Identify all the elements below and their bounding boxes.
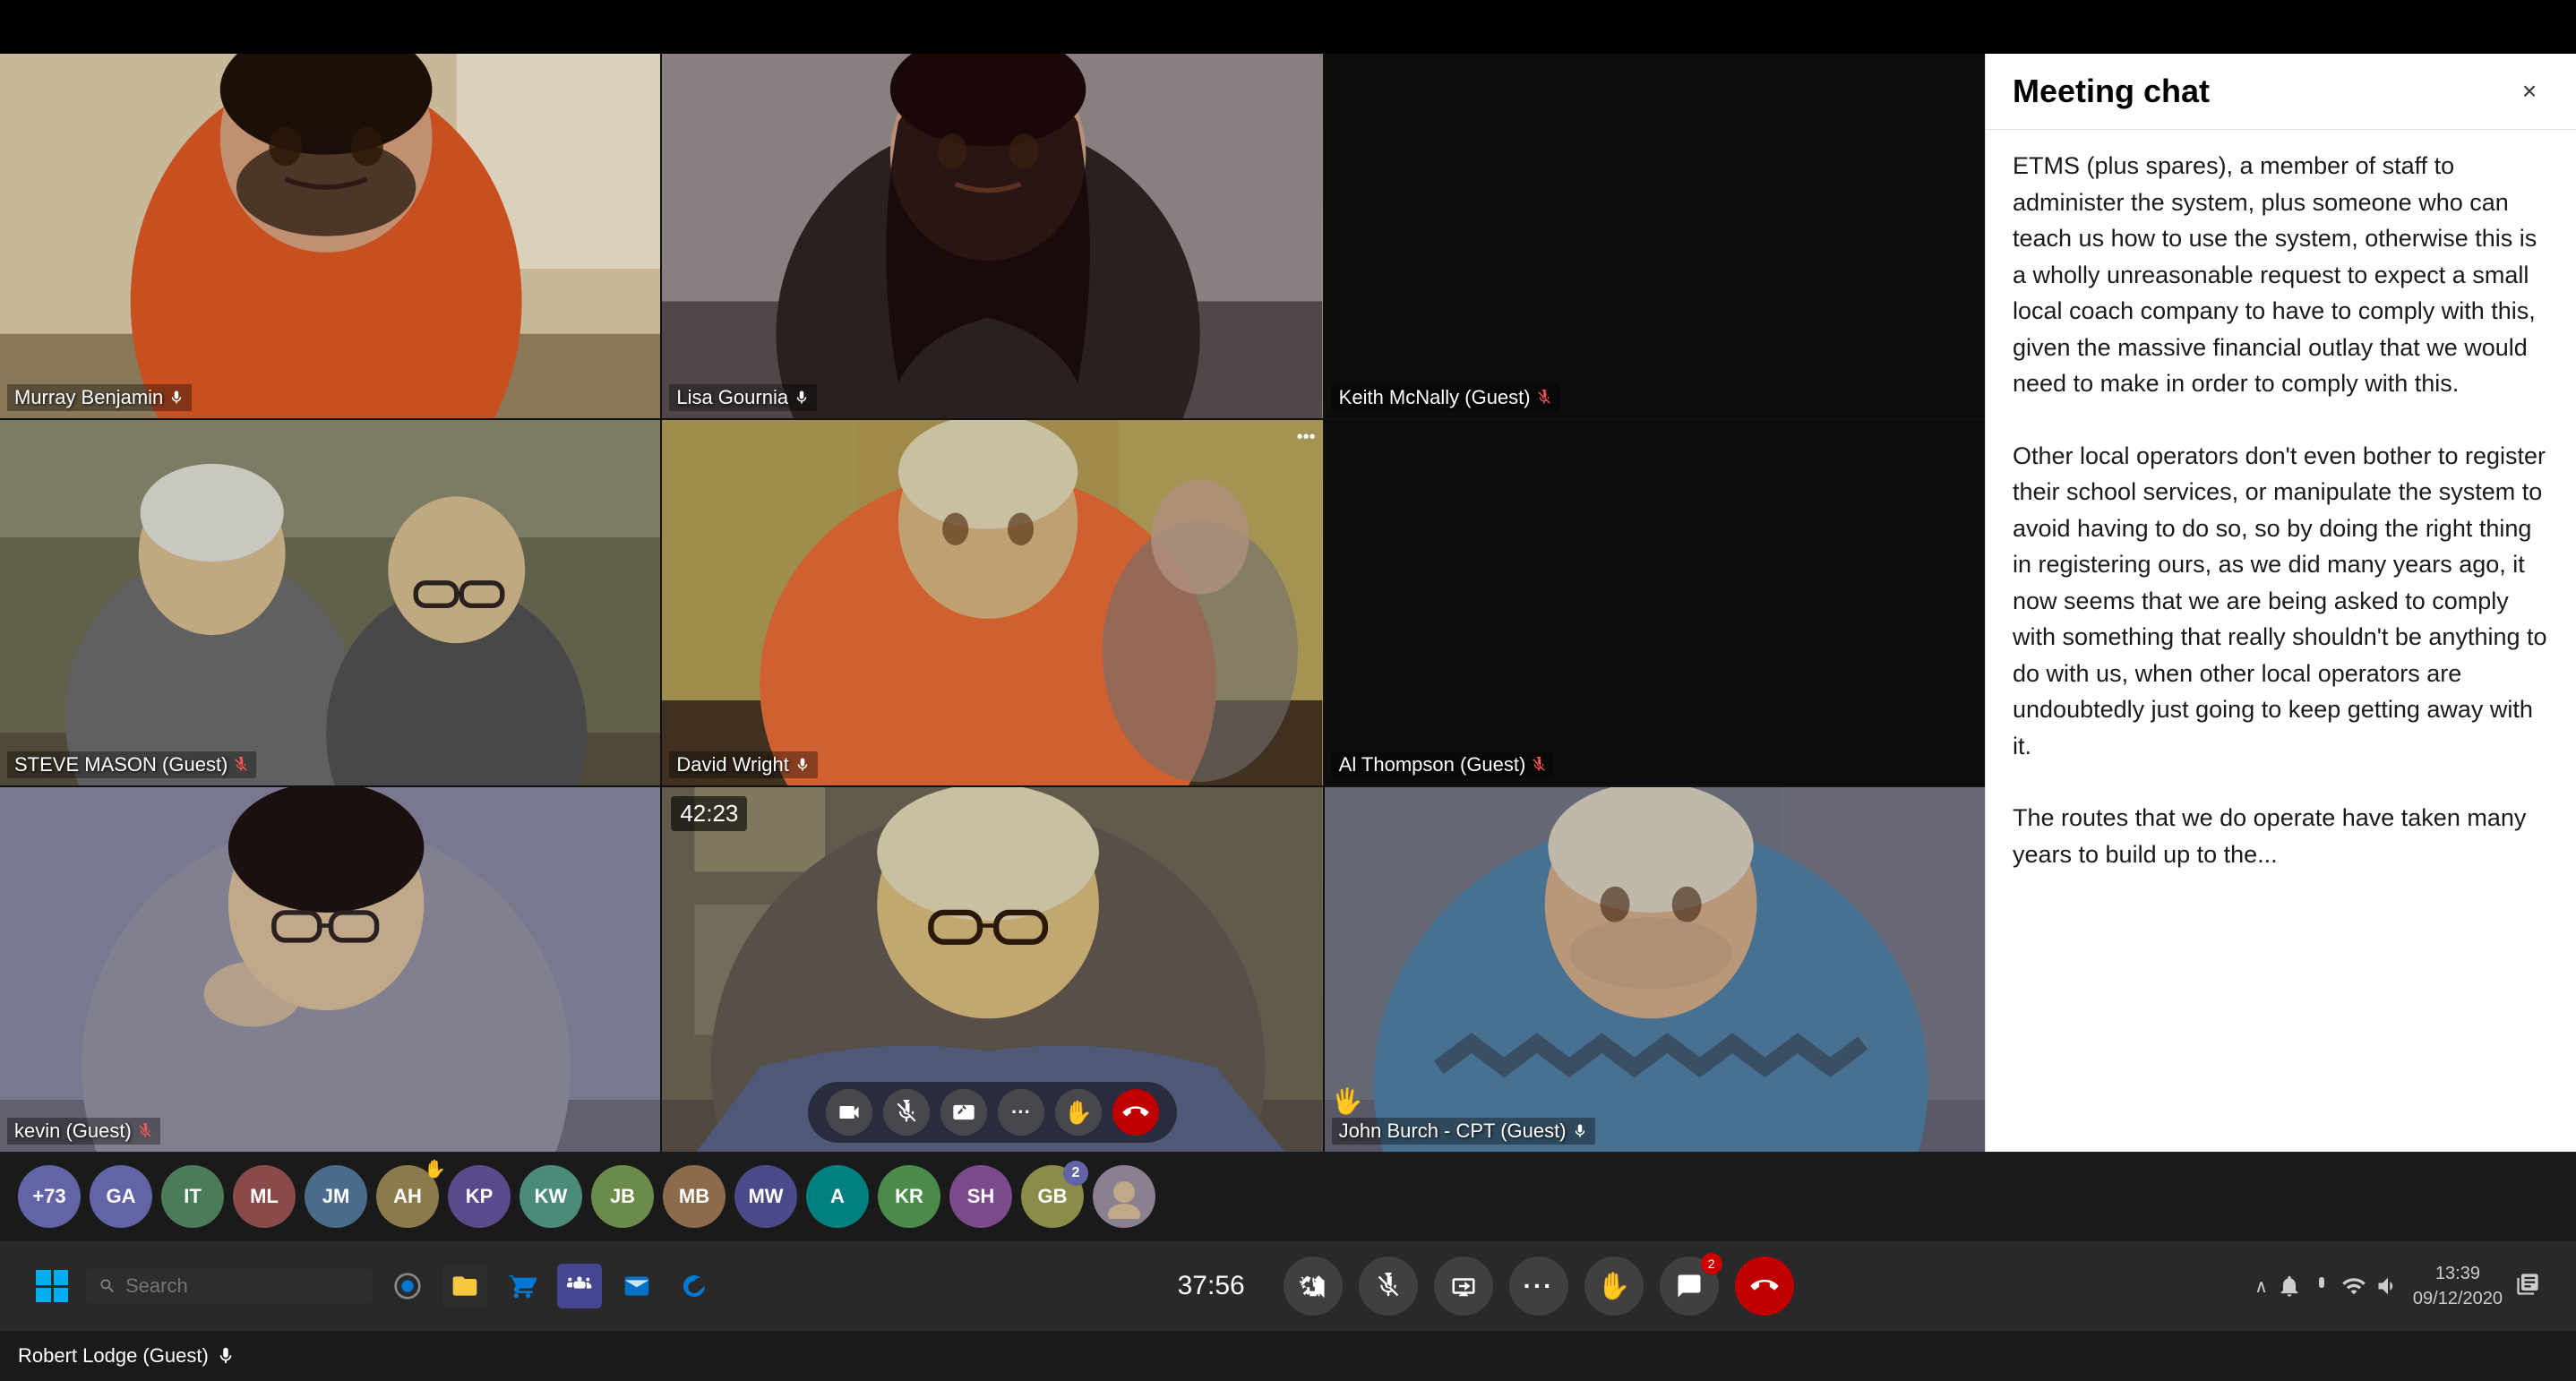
clock-display: 13:39 09/12/2020 — [2413, 1261, 2503, 1311]
name-john: John Burch - CPT (Guest) — [1332, 1118, 1595, 1145]
video-grid: Murray Benjamin Li — [0, 54, 1985, 1152]
meeting-timer: 37:56 — [1178, 1271, 1267, 1301]
options-dots-david[interactable]: ••• — [1297, 427, 1316, 448]
local-user-bar: Robert Lodge (Guest) — [0, 1331, 2576, 1381]
end-call-btn[interactable] — [1735, 1257, 1794, 1316]
more-options-btn[interactable]: ··· — [1509, 1257, 1568, 1316]
raise-hand-btn[interactable]: ✋ — [1584, 1257, 1644, 1316]
participant-kw[interactable]: KW — [519, 1165, 582, 1228]
name-lisa: Lisa Gournia — [669, 384, 817, 411]
video-cell-center[interactable]: 42:23 ··· — [662, 787, 1322, 1152]
chat-panel: Meeting chat × ETMS (plus spares), a mem… — [1985, 54, 2576, 1152]
outlook-taskbar-button[interactable] — [614, 1264, 659, 1308]
taskbar-right: ∧ 13:39 09/12/2020 — [2254, 1261, 2540, 1311]
video-cell-steve[interactable]: STEVE MASON (Guest) — [0, 420, 660, 785]
store-button[interactable] — [500, 1264, 545, 1308]
close-chat-button[interactable]: × — [2510, 72, 2549, 111]
volume-icon — [2375, 1274, 2400, 1299]
bottom-section: +73 GA IT ML JM AH ✋ KP KW — [0, 1152, 2576, 1381]
file-explorer-button[interactable] — [442, 1264, 487, 1308]
in-cell-more-btn[interactable]: ··· — [998, 1089, 1044, 1136]
participant-ga[interactable]: GA — [90, 1165, 152, 1228]
participant-a[interactable]: A — [806, 1165, 869, 1228]
video-cell-kevin[interactable]: kevin (Guest) — [0, 787, 660, 1152]
video-cell-keith[interactable]: Keith McNally (Guest) — [1325, 54, 1985, 418]
participant-photo-last[interactable] — [1093, 1165, 1155, 1228]
in-cell-mic-btn[interactable] — [883, 1089, 930, 1136]
search-icon — [99, 1277, 116, 1295]
participant-it[interactable]: IT — [161, 1165, 224, 1228]
participant-jm[interactable]: JM — [305, 1165, 367, 1228]
camera-btn[interactable] — [1284, 1257, 1343, 1316]
search-input[interactable] — [125, 1274, 322, 1298]
teams-taskbar-button[interactable] — [557, 1264, 602, 1308]
video-cell-murray[interactable]: Murray Benjamin — [0, 54, 660, 418]
cortana-button[interactable] — [385, 1264, 430, 1308]
control-taskbar-bar: 37:56 ··· ✋ 2 — [0, 1241, 2576, 1331]
participant-ml[interactable]: ML — [233, 1165, 296, 1228]
video-cell-lisa[interactable]: Lisa Gournia — [662, 54, 1322, 418]
participant-ah[interactable]: AH ✋ — [376, 1165, 439, 1228]
overflow-avatar[interactable]: +73 — [18, 1165, 81, 1228]
mic-status-icon — [2311, 1275, 2332, 1297]
participant-mb[interactable]: MB — [663, 1165, 726, 1228]
taskbar-search-bar[interactable] — [86, 1269, 373, 1303]
notification-center-btn[interactable] — [2515, 1272, 2540, 1301]
notification-icon — [2277, 1274, 2302, 1299]
participant-mw[interactable]: MW — [734, 1165, 797, 1228]
raise-hand-john: 🖐️ — [1332, 1086, 1363, 1116]
name-al: Al Thompson (Guest) — [1332, 751, 1555, 778]
participant-jb[interactable]: JB — [591, 1165, 654, 1228]
participant-kr[interactable]: KR — [878, 1165, 940, 1228]
video-cell-john[interactable]: 🖐️ John Burch - CPT (Guest) — [1325, 787, 1985, 1152]
local-user-name: Robert Lodge (Guest) — [18, 1344, 209, 1368]
chat-header: Meeting chat × — [1986, 54, 2576, 130]
share-screen-btn[interactable] — [1434, 1257, 1493, 1316]
in-cell-end-btn[interactable] — [1112, 1089, 1159, 1136]
windows-start-button[interactable] — [36, 1270, 68, 1302]
in-cell-hand-btn[interactable]: ✋ — [1055, 1089, 1102, 1136]
chat-btn[interactable]: 2 — [1660, 1257, 1719, 1316]
in-cell-camera-btn[interactable] — [826, 1089, 872, 1136]
tray-up-arrow[interactable]: ∧ — [2254, 1275, 2268, 1298]
participant-bar: +73 GA IT ML JM AH ✋ KP KW — [0, 1152, 2576, 1241]
cell-timer: 42:23 — [671, 796, 747, 831]
chat-message-1: ETMS (plus spares), a member of staff to… — [2013, 148, 2549, 402]
video-cell-david[interactable]: ••• David Wright — [662, 420, 1322, 785]
main-area: Murray Benjamin Li — [0, 54, 2576, 1152]
name-kevin: kevin (Guest) — [7, 1118, 160, 1145]
taskbar-left — [36, 1264, 717, 1308]
name-keith: Keith McNally (Guest) — [1332, 384, 1559, 411]
system-tray: ∧ — [2254, 1274, 2400, 1299]
chat-message-3: The routes that we do operate have taken… — [2013, 800, 2549, 872]
top-bar — [0, 0, 2576, 54]
chat-badge: 2 — [1701, 1253, 1722, 1274]
participant-gb[interactable]: GB 2 — [1021, 1165, 1084, 1228]
participant-sh[interactable]: SH — [949, 1165, 1012, 1228]
participant-kp[interactable]: KP — [448, 1165, 511, 1228]
in-cell-share-btn[interactable] — [940, 1089, 987, 1136]
meeting-controls: 37:56 ··· ✋ 2 — [717, 1257, 2254, 1316]
mic-btn[interactable] — [1359, 1257, 1418, 1316]
name-steve: STEVE MASON (Guest) — [7, 751, 256, 778]
edge-taskbar-button[interactable] — [672, 1264, 717, 1308]
local-user-mic-icon — [216, 1346, 236, 1366]
chat-message-2: Other local operators don't even bother … — [2013, 438, 2549, 765]
gb-badge: 2 — [1063, 1161, 1088, 1186]
video-cell-al[interactable]: Al Thompson (Guest) — [1325, 420, 1985, 785]
chat-title: Meeting chat — [2013, 73, 2210, 110]
name-murray: Murray Benjamin — [7, 384, 192, 411]
chat-messages: ETMS (plus spares), a member of staff to… — [1986, 130, 2576, 1152]
network-icon — [2341, 1274, 2366, 1299]
name-david: David Wright — [669, 751, 818, 778]
